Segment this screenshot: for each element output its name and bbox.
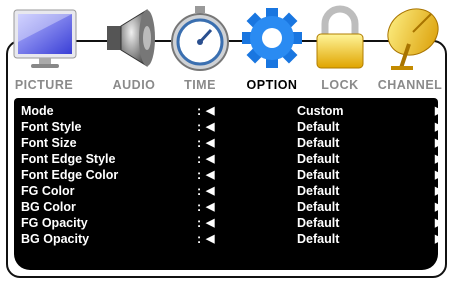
row-label: BG Opacity (21, 232, 90, 246)
left-arrow-icon[interactable]: ◀ (206, 231, 214, 247)
row-separator: : (197, 136, 202, 150)
menu-row-font-edge-style[interactable]: Font Edge Style : ◀ Default ▶ (14, 151, 443, 167)
tab-audio[interactable]: AUDIO (96, 0, 172, 96)
row-separator: : (197, 232, 202, 246)
row-value: Default (297, 216, 340, 230)
row-value: Custom (297, 104, 344, 118)
row-label: FG Color (21, 184, 75, 198)
row-value: Default (297, 136, 340, 150)
left-arrow-icon[interactable]: ◀ (206, 199, 214, 215)
menu-row-mode[interactable]: Mode : ◀ Custom ▶ (14, 103, 443, 119)
menu-row-font-style[interactable]: Font Style : ◀ Default ▶ (14, 119, 443, 135)
menu-row-fg-opacity[interactable]: FG Opacity : ◀ Default ▶ (14, 215, 443, 231)
row-label: Font Edge Color (21, 168, 119, 182)
row-label: Font Size (21, 136, 77, 150)
tab-label: PICTURE (14, 78, 74, 92)
right-arrow-icon[interactable]: ▶ (435, 151, 443, 167)
right-arrow-icon[interactable]: ▶ (435, 231, 443, 247)
menu-row-font-size[interactable]: Font Size : ◀ Default ▶ (14, 135, 443, 151)
tab-label: AUDIO (112, 78, 156, 92)
right-arrow-icon[interactable]: ▶ (435, 215, 443, 231)
row-label: Mode (21, 104, 54, 118)
menu-row-fg-color[interactable]: FG Color : ◀ Default ▶ (14, 183, 443, 199)
satellite-dish-icon (387, 8, 439, 70)
right-arrow-icon[interactable]: ▶ (435, 135, 443, 151)
right-arrow-icon[interactable]: ▶ (435, 103, 443, 119)
left-arrow-icon[interactable]: ◀ (206, 103, 214, 119)
row-value: Default (297, 152, 340, 166)
row-value: Default (297, 200, 340, 214)
tab-label: OPTION (246, 78, 298, 92)
row-value: Default (297, 232, 340, 246)
menu-row-bg-color[interactable]: BG Color : ◀ Default ▶ (14, 199, 443, 215)
row-label: FG Opacity (21, 216, 88, 230)
tab-lock[interactable]: LOCK (302, 0, 378, 96)
row-separator: : (197, 104, 202, 118)
row-value: Default (297, 184, 340, 198)
speaker-icon (107, 9, 155, 67)
tab-channel[interactable]: CHANNEL (370, 0, 450, 96)
row-label: Font Style (21, 120, 82, 134)
left-arrow-icon[interactable]: ◀ (206, 151, 214, 167)
left-arrow-icon[interactable]: ◀ (206, 119, 214, 135)
left-arrow-icon[interactable]: ◀ (206, 183, 214, 199)
row-separator: : (197, 120, 202, 134)
stopwatch-icon (171, 6, 229, 71)
menu-row-bg-opacity[interactable]: BG Opacity : ◀ Default ▶ (14, 231, 443, 247)
right-arrow-icon[interactable]: ▶ (435, 167, 443, 183)
left-arrow-icon[interactable]: ◀ (206, 167, 214, 183)
row-value: Default (297, 120, 340, 134)
padlock-icon (316, 5, 364, 69)
left-arrow-icon[interactable]: ◀ (206, 135, 214, 151)
tab-picture[interactable]: PICTURE (6, 0, 82, 96)
tab-label: TIME (184, 78, 216, 92)
right-arrow-icon[interactable]: ▶ (435, 199, 443, 215)
right-arrow-icon[interactable]: ▶ (435, 183, 443, 199)
row-label: Font Edge Style (21, 152, 116, 166)
row-separator: : (197, 200, 202, 214)
tab-label: LOCK (321, 78, 359, 92)
right-arrow-icon[interactable]: ▶ (435, 119, 443, 135)
row-separator: : (197, 152, 202, 166)
left-arrow-icon[interactable]: ◀ (206, 215, 214, 231)
row-separator: : (197, 216, 202, 230)
option-menu-panel: Mode : ◀ Custom ▶ Font Style : ◀ Default… (14, 98, 443, 270)
tab-time[interactable]: TIME (162, 0, 238, 96)
monitor-icon (13, 9, 77, 68)
row-separator: : (197, 168, 202, 182)
row-value: Default (297, 168, 340, 182)
gear-icon (242, 8, 302, 68)
tab-option[interactable]: OPTION (234, 0, 310, 96)
tab-bar: PICTURE AUDIO TIME OPTION LOCK CHANNEL (0, 0, 453, 96)
row-label: BG Color (21, 200, 76, 214)
tab-label: CHANNEL (377, 78, 443, 92)
row-separator: : (197, 184, 202, 198)
menu-row-font-edge-color[interactable]: Font Edge Color : ◀ Default ▶ (14, 167, 443, 183)
